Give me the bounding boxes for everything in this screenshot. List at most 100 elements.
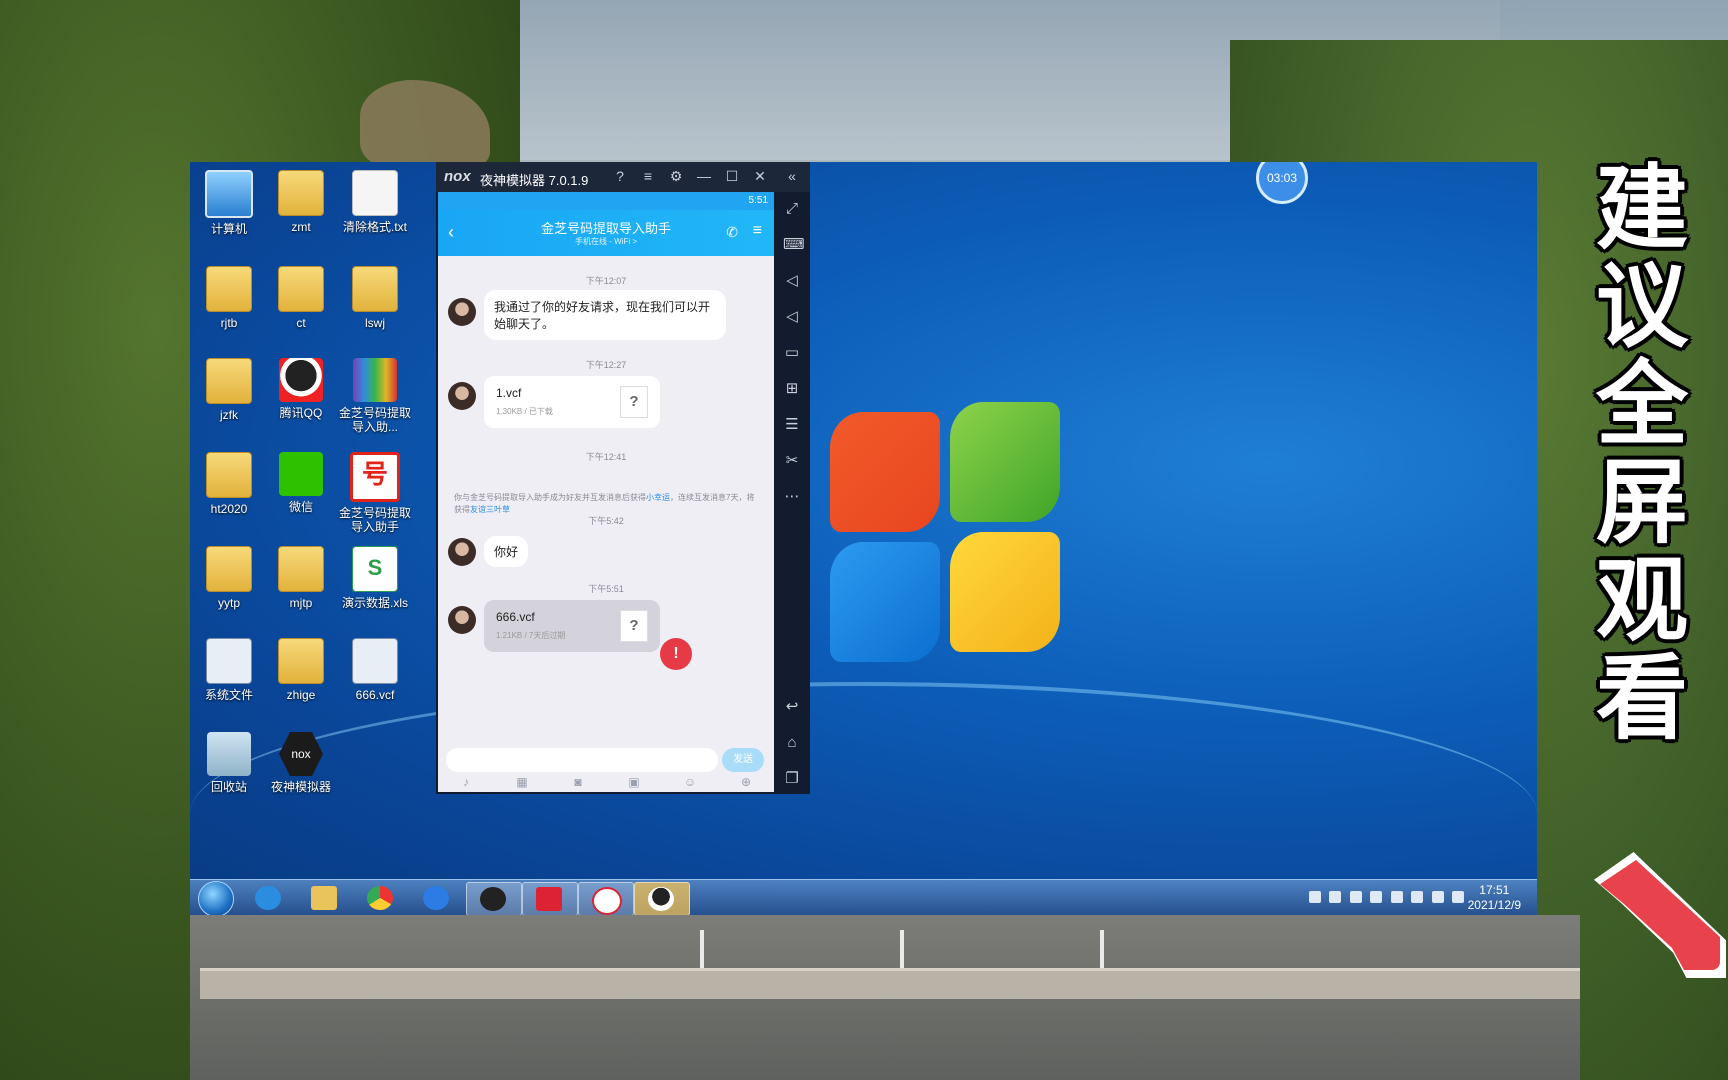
- taskbar-hao[interactable]: [578, 882, 634, 915]
- more-icon[interactable]: ⋯: [783, 488, 801, 506]
- volume-muted-icon[interactable]: [1452, 891, 1465, 903]
- scissors-icon[interactable]: ✂: [783, 452, 801, 470]
- nox-window-title: 夜神模拟器 7.0.1.9: [480, 173, 589, 188]
- emoji-icon[interactable]: ☺: [682, 774, 698, 790]
- add-apk-icon[interactable]: ⊞: [783, 380, 801, 398]
- timestamp: 下午12:07: [585, 276, 627, 286]
- taskbar-ie[interactable]: [242, 882, 296, 914]
- unknown-file-icon: ?: [620, 386, 648, 418]
- timestamp: 下午5:51: [588, 584, 624, 594]
- desktop-icon-zhige[interactable]: zhige: [262, 638, 340, 702]
- desktop-icon-jzfk[interactable]: jzfk: [190, 358, 268, 422]
- desktop-icon-computer[interactable]: 计算机: [190, 170, 268, 236]
- folder-icon: [278, 266, 324, 312]
- wechat-tray-icon[interactable]: [1370, 891, 1383, 903]
- microphone-icon[interactable]: ♪: [458, 774, 474, 790]
- windows-desktop: 计算机 zmt 清除格式.txt rjtb ct lswj jzfk 腾讯QQ …: [190, 162, 1537, 915]
- nox-logo: nox: [444, 168, 471, 185]
- ie-icon: [255, 886, 281, 910]
- desktop-icon-rjtb[interactable]: rjtb: [190, 266, 268, 330]
- desktop-icon-qq[interactable]: 腾讯QQ: [262, 358, 340, 420]
- settings-button[interactable]: ⚙: [668, 168, 684, 184]
- timestamp: 下午5:42: [588, 516, 624, 526]
- desktop-icon-lswj[interactable]: lswj: [336, 266, 414, 330]
- hamburger-menu-icon[interactable]: ≡: [753, 222, 762, 240]
- maximize-button[interactable]: ☐: [724, 168, 740, 184]
- desktop-icon-zmt[interactable]: zmt: [262, 170, 340, 234]
- taskbar-nox[interactable]: [466, 882, 522, 915]
- taskbar-chrome[interactable]: [354, 882, 408, 914]
- collapse-sidebar-button[interactable]: «: [784, 168, 800, 184]
- timestamp: 下午12:41: [585, 452, 627, 462]
- close-button[interactable]: ✕: [752, 168, 768, 184]
- camera-icon[interactable]: ◙: [570, 774, 586, 790]
- minimize-button[interactable]: —: [696, 168, 712, 184]
- text-file-icon: [352, 170, 398, 216]
- home-icon[interactable]: ⌂: [783, 734, 801, 752]
- desktop-icon-txt[interactable]: 清除格式.txt: [336, 170, 414, 234]
- desktop-icon-recycle-bin[interactable]: 回收站: [190, 732, 268, 794]
- logo-pane-green: [950, 402, 1060, 522]
- desktop-icon-hao[interactable]: 号金芝号码提取导入助手: [336, 452, 414, 534]
- qq-tray-icon[interactable]: [1390, 891, 1403, 903]
- avatar[interactable]: [448, 298, 476, 326]
- help-button[interactable]: ?: [612, 168, 628, 184]
- send-failed-icon[interactable]: !: [660, 638, 692, 670]
- desktop-icon-ct[interactable]: ct: [262, 266, 340, 330]
- logo-pane-blue: [830, 542, 940, 662]
- back-icon[interactable]: ↩: [783, 698, 801, 716]
- phone-call-icon[interactable]: ✆: [726, 224, 738, 241]
- folder-icon: [311, 886, 337, 910]
- avatar[interactable]: [448, 538, 476, 566]
- logo-pane-red: [830, 412, 940, 532]
- keyboard-tray-icon[interactable]: [1309, 891, 1321, 903]
- plus-icon[interactable]: ⊕: [738, 774, 754, 790]
- start-button[interactable]: [198, 881, 234, 915]
- file-message-666vcf[interactable]: 666.vcf 1.21KB / 7天后过期 ?: [484, 600, 660, 652]
- taskbar-sogou[interactable]: [410, 882, 464, 914]
- avatar[interactable]: [448, 606, 476, 634]
- desktop-icon-ht2020[interactable]: ht2020: [190, 452, 268, 516]
- system-notice: 你与金芝号码提取导入助手成为好友并互发消息后获得小幸运，连续互发消息7天，将获得…: [454, 493, 755, 514]
- recent-apps-icon[interactable]: ❐: [783, 770, 801, 788]
- desktop-icon-nox[interactable]: nox 夜神模拟器: [262, 732, 340, 794]
- wechat-icon: [279, 452, 323, 496]
- image-icon[interactable]: ▦: [514, 774, 530, 790]
- folder-icon: [206, 452, 252, 498]
- taskbar-qq[interactable]: [634, 882, 690, 915]
- desktop-icon-xls[interactable]: S 演示数据.xls: [336, 546, 414, 610]
- clipboard-tray-icon[interactable]: [1411, 891, 1424, 903]
- folder-icon: [278, 638, 324, 684]
- volume-up-icon[interactable]: ◁: [783, 272, 801, 290]
- chat-subtitle: 手机在线 - WiFi >: [575, 237, 637, 246]
- file-name: 1.vcf: [496, 386, 522, 400]
- desktop-icon-yytp[interactable]: yytp: [190, 546, 268, 610]
- desktop-icon-wechat[interactable]: 微信: [262, 452, 340, 514]
- recording-timer: 03:03: [1256, 162, 1308, 204]
- send-button[interactable]: 发送: [722, 748, 764, 772]
- taskbar-wps[interactable]: [522, 882, 578, 915]
- message-bubble: 你好: [484, 536, 529, 567]
- help-tray-icon[interactable]: [1329, 891, 1342, 903]
- network-icon[interactable]: [1431, 891, 1444, 903]
- taskbar-clock[interactable]: 17:51 2021/12/9: [1468, 883, 1521, 913]
- screen-icon[interactable]: ▭: [783, 344, 801, 362]
- menu-button[interactable]: ≡: [640, 168, 656, 184]
- multi-instance-icon[interactable]: ☰: [783, 416, 801, 434]
- desktop-icon-rar[interactable]: 金芝号码提取导入助...: [336, 358, 414, 434]
- file-message-1vcf[interactable]: 1.vcf 1.30KB / 已下载 ?: [484, 376, 660, 428]
- message-input[interactable]: [446, 748, 718, 772]
- keyboard-icon[interactable]: ⌨: [783, 236, 805, 254]
- sogou-icon: [423, 886, 449, 910]
- chevron-up-icon[interactable]: [1349, 891, 1362, 903]
- status-time: 5:51: [748, 195, 768, 206]
- desktop-icon-mjtp[interactable]: mjtp: [262, 546, 340, 610]
- desktop-icon-vcf[interactable]: 666.vcf: [336, 638, 414, 702]
- chrome-icon: [367, 886, 393, 910]
- fullscreen-icon[interactable]: ⤢: [783, 200, 801, 218]
- volume-down-icon[interactable]: ◁: [783, 308, 801, 326]
- avatar[interactable]: [448, 382, 476, 410]
- red-packet-icon[interactable]: ▣: [626, 774, 642, 790]
- desktop-icon-system[interactable]: 系统文件: [190, 638, 268, 702]
- taskbar-explorer[interactable]: [298, 882, 352, 914]
